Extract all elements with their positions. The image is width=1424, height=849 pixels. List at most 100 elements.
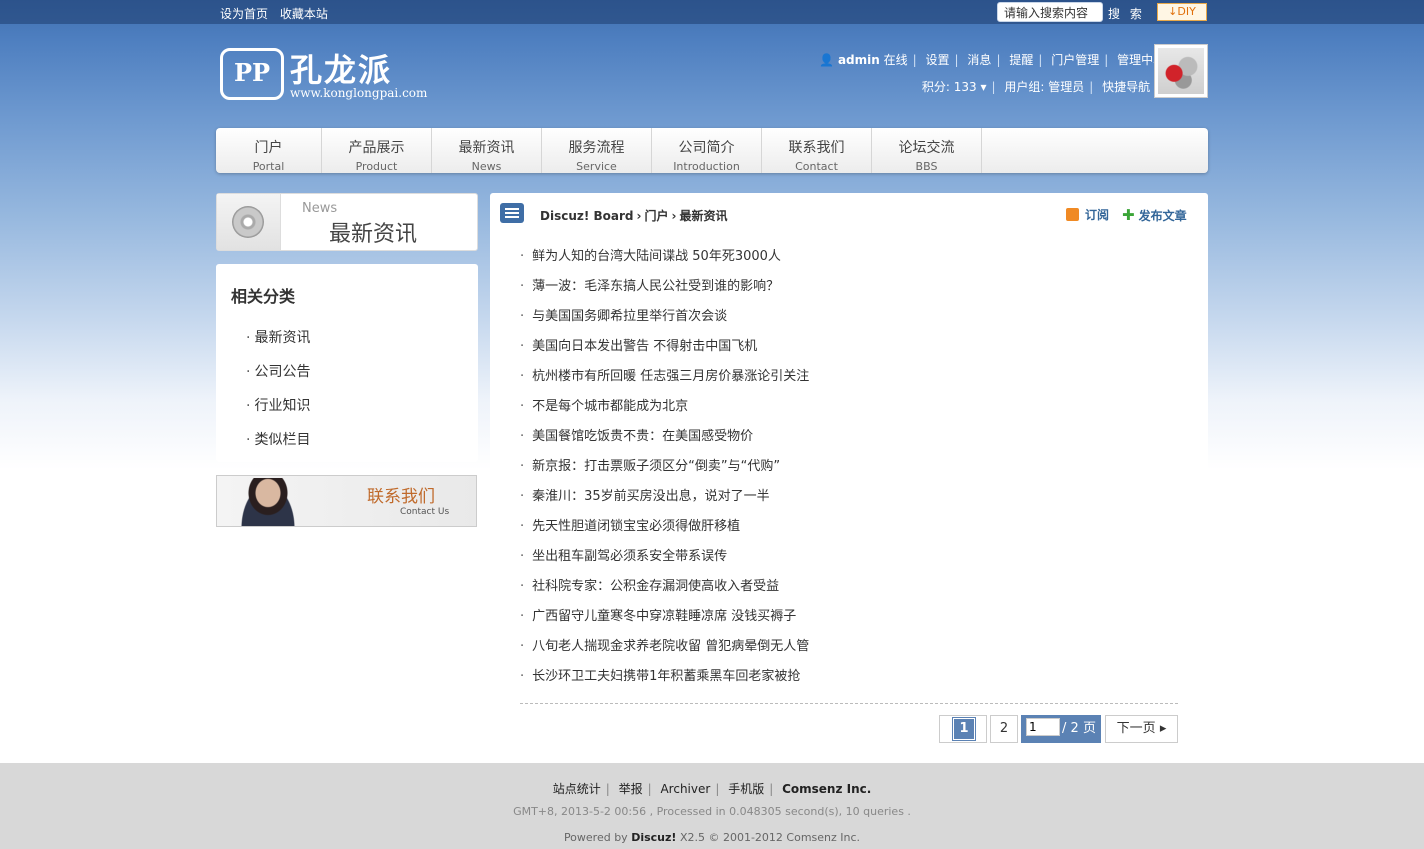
powered-company-link[interactable]: Comsenz Inc. — [786, 831, 860, 844]
nav-sublabel: Introduction — [673, 160, 740, 173]
nav-item-news[interactable]: 最新资讯 News — [432, 128, 542, 173]
user-group: 用户组: 管理员 — [1004, 80, 1085, 94]
news-icon-box — [217, 194, 281, 250]
diy-label: DIY — [1177, 5, 1196, 18]
article-link[interactable]: 薄一波：毛泽东搞人民公社受到谁的影响？ — [520, 275, 809, 305]
footer-links: 站点统计 | 举报 | Archiver | 手机版 | Comsenz Inc. — [0, 780, 1424, 797]
breadcrumb-root[interactable]: Discuz! Board — [540, 209, 634, 223]
page-2-button[interactable]: 2 — [990, 715, 1018, 743]
footer-powered: Powered by Discuz! X2.5 © 2001-2012 Coms… — [0, 831, 1424, 844]
article-link[interactable]: 广西留守儿童寒冬中穿凉鞋睡凉席 没钱买褥子 — [520, 605, 809, 635]
nav-item-service[interactable]: 服务流程 Service — [542, 128, 652, 173]
mobile-link[interactable]: 手机版 — [728, 782, 764, 796]
search-button[interactable]: 搜 索 — [1108, 5, 1145, 22]
page-1-button[interactable]: 1 — [952, 717, 976, 741]
breadcrumb-separator: › — [636, 209, 642, 223]
subscribe-label: 订阅 — [1085, 208, 1110, 222]
nav-item-contact[interactable]: 联系我们 Contact — [762, 128, 872, 173]
page-total: / 2 页 — [1062, 721, 1096, 736]
site-logo[interactable]: PP 孔龙派 www.konglongpai.com — [220, 45, 430, 103]
article-link[interactable]: 美国餐馆吃饭贵不贵：在美国感受物价 — [520, 425, 809, 455]
article-link[interactable]: 八旬老人揣现金求养老院收留 曾犯病晕倒无人管 — [520, 635, 809, 665]
contact-banner-en: Contact Us — [400, 507, 450, 517]
quick-nav-menu[interactable]: 快捷导航 ▾ — [1102, 80, 1160, 94]
nav-sublabel: Service — [576, 160, 617, 173]
company-link[interactable]: Comsenz Inc. — [782, 782, 871, 796]
article-link[interactable]: 先天性胆道闭锁宝宝必须得做肝移植 — [520, 515, 809, 545]
site-stats-link[interactable]: 站点统计 — [553, 782, 601, 796]
article-link[interactable]: 坐出租车副驾必须系安全带系误传 — [520, 545, 809, 575]
search-input[interactable] — [997, 2, 1103, 22]
quick-nav-label: 快捷导航 — [1102, 80, 1151, 94]
online-status: 在线 — [883, 53, 908, 67]
separator: | — [647, 782, 652, 796]
points-menu[interactable]: 积分: 133 ▾ — [922, 80, 987, 94]
messages-link[interactable]: 消息 — [967, 53, 991, 67]
article-link[interactable]: 新京报：打击票贩子须区分“倒卖”与“代购” — [520, 455, 809, 485]
subscribe-button[interactable]: 订阅 — [1066, 206, 1109, 223]
set-home-link[interactable]: 设为首页 — [220, 7, 268, 21]
nav-label: 联系我们 — [788, 140, 845, 156]
triangle-right-icon: ▸ — [1159, 721, 1167, 736]
list-icon — [500, 203, 524, 223]
publish-article-button[interactable]: ✚ 发布文章 — [1122, 206, 1187, 224]
breadcrumb-separator: › — [671, 209, 677, 223]
category-item[interactable]: 行业知识 — [246, 395, 310, 429]
diy-button[interactable]: ↓DIY — [1157, 3, 1207, 21]
powered-prefix: Powered by — [563, 831, 628, 844]
article-link[interactable]: 长沙环卫工夫妇携带1年积蓄乘黑车回老家被抢 — [520, 665, 809, 695]
settings-link[interactable]: 设置 — [926, 53, 950, 67]
category-list: 最新资讯 公司公告 行业知识 类似栏目 — [246, 327, 310, 463]
plus-icon: ✚ — [1122, 206, 1135, 224]
points-label: 积分: 133 — [921, 80, 977, 94]
article-link[interactable]: 杭州楼市有所回暖 任志强三月房价暴涨论引关注 — [520, 365, 809, 395]
page-jump-input[interactable] — [1026, 718, 1061, 736]
next-page-button[interactable]: 下一页 ▸ — [1105, 715, 1178, 743]
article-link[interactable]: 与美国国务卿希拉里举行首次会谈 — [520, 305, 809, 335]
article-link[interactable]: 美国向日本发出警告 不得射击中国飞机 — [520, 335, 809, 365]
category-item[interactable]: 类似栏目 — [246, 429, 310, 463]
avatar[interactable] — [1154, 44, 1208, 98]
article-link[interactable]: 鲜为人知的台湾大陆间谍战 50年死3000人 — [520, 245, 809, 275]
main-nav: 门户 Portal 产品展示 Product 最新资讯 News 服务流程 Servic… — [216, 128, 1208, 173]
nav-item-bbs[interactable]: 论坛交流 BBS — [872, 128, 982, 173]
breadcrumb: Discuz! Board › 门户 › 最新资讯 — [540, 207, 727, 224]
support-agent-image — [237, 478, 299, 526]
category-item[interactable]: 公司公告 — [246, 361, 310, 395]
nav-label: 服务流程 — [568, 140, 625, 156]
nav-label: 公司简介 — [678, 140, 735, 156]
article-link[interactable]: 社科院专家：公积金存漏洞使高收入者受益 — [520, 575, 809, 605]
nav-item-product[interactable]: 产品展示 Product — [322, 128, 432, 173]
download-arrow-icon: ↓ — [1168, 5, 1178, 18]
separator: | — [1089, 80, 1094, 94]
article-link[interactable]: 不是每个城市都能成为北京 — [520, 395, 809, 425]
publish-label: 发布文章 — [1138, 209, 1187, 223]
top-links: 设为首页 收藏本站 — [220, 5, 336, 22]
nav-item-portal[interactable]: 门户 Portal — [216, 128, 322, 173]
contact-us-banner[interactable]: 联系我们 Contact Us — [216, 475, 477, 527]
logo-mark: PP — [220, 48, 284, 100]
separator: | — [1038, 53, 1043, 67]
top-bar: 设为首页 收藏本站 搜 索 ↓DIY — [0, 0, 1424, 24]
nav-label: 产品展示 — [348, 140, 405, 156]
avatar-image — [1158, 48, 1204, 94]
notices-link[interactable]: 提醒 — [1009, 53, 1033, 67]
discuz-link[interactable]: Discuz! — [631, 831, 676, 844]
portal-admin-link[interactable]: 门户管理 — [1051, 53, 1099, 67]
username-link[interactable]: admin — [838, 53, 880, 67]
breadcrumb-portal[interactable]: 门户 — [644, 209, 668, 223]
separator: | — [991, 80, 996, 94]
user-icon: 👤 — [819, 53, 835, 67]
category-item[interactable]: 最新资讯 — [246, 327, 310, 361]
logo-url: www.konglongpai.com — [290, 86, 428, 100]
bookmark-link[interactable]: 收藏本站 — [280, 7, 328, 21]
powered-suffix: X2.5 © 2001-2012 — [679, 831, 783, 844]
article-list: 鲜为人知的台湾大陆间谍战 50年死3000人 薄一波：毛泽东搞人民公社受到谁的影… — [520, 245, 809, 695]
footer-stats: GMT+8, 2013-5-2 00:56 , Processed in 0.0… — [513, 805, 911, 818]
logo-name: 孔龙派 — [290, 51, 393, 89]
separator: | — [954, 53, 959, 67]
report-link[interactable]: 举报 — [619, 782, 643, 796]
article-link[interactable]: 秦淮川：35岁前买房没出息，说对了一半 — [520, 485, 809, 515]
archiver-link[interactable]: Archiver — [660, 782, 710, 796]
nav-item-introduction[interactable]: 公司简介 Introduction — [652, 128, 762, 173]
